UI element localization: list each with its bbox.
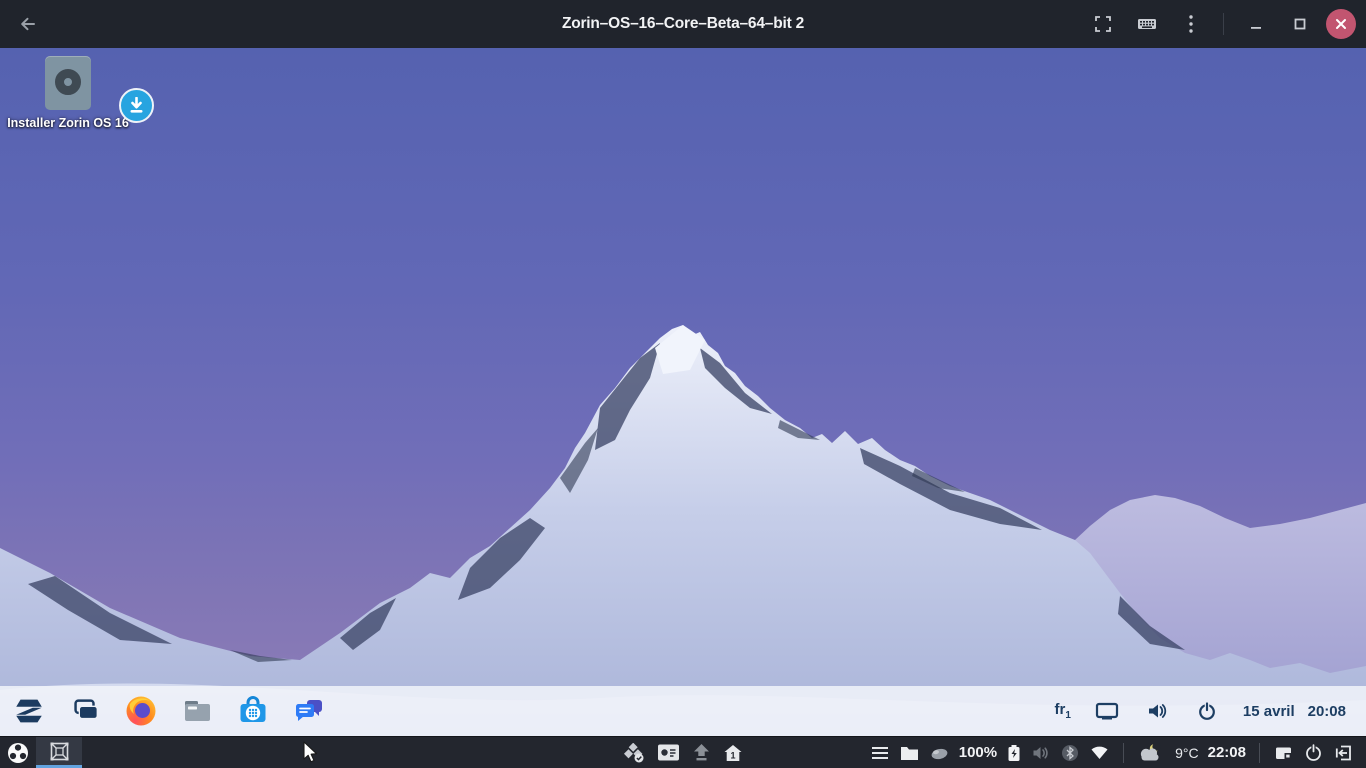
- task-view-button[interactable]: [66, 691, 104, 731]
- fullscreen-icon: [1095, 16, 1111, 32]
- power-icon: [1304, 743, 1323, 762]
- keyboard-layout-indicator[interactable]: fr1: [1055, 701, 1071, 721]
- messages-icon: [292, 694, 326, 728]
- tray-separator-2: [1259, 743, 1260, 763]
- packages-check-icon: [624, 743, 645, 763]
- host-taskbar: 1 100%: [0, 736, 1366, 768]
- tray-separator: [1123, 743, 1124, 763]
- boxes-task-button[interactable]: [36, 737, 82, 768]
- close-button[interactable]: [1326, 9, 1356, 39]
- display-icon: [1095, 701, 1119, 721]
- folder-icon: [900, 745, 919, 761]
- mouse-battery-tray[interactable]: [929, 737, 950, 768]
- kebab-menu-icon: [1188, 14, 1194, 34]
- hamburger-icon: [871, 745, 889, 761]
- vm-window-titlebar: Zorin–OS–16–Core–Beta–64–bit 2: [0, 0, 1366, 48]
- boxes-task-icon: [50, 742, 69, 761]
- guest-clock[interactable]: 15 avril 20:08: [1243, 703, 1346, 720]
- files-icon: [180, 694, 214, 728]
- weather-night-cloud-icon: [1138, 743, 1165, 762]
- disk-donut: [55, 69, 81, 95]
- weather-tray[interactable]: [1137, 737, 1166, 768]
- logout-button[interactable]: [1333, 737, 1354, 768]
- desktop-wallpaper: Installer Zorin OS 16: [0, 48, 1366, 736]
- titlebar-separator: [1223, 13, 1224, 35]
- keyboard-button[interactable]: [1129, 6, 1165, 42]
- volume-indicator[interactable]: [1143, 691, 1171, 731]
- messages-launcher[interactable]: [290, 691, 328, 731]
- back-icon: [19, 15, 37, 33]
- host-power-button[interactable]: [1303, 737, 1324, 768]
- fullscreen-button[interactable]: [1085, 6, 1121, 42]
- svg-text:1: 1: [730, 750, 735, 760]
- volume-icon: [1147, 702, 1167, 720]
- home-1-icon: 1: [724, 744, 743, 762]
- screen: Zorin–OS–16–Core–Beta–64–bit 2: [0, 0, 1366, 768]
- maximize-button[interactable]: [1282, 6, 1318, 42]
- wifi-tray[interactable]: [1089, 737, 1110, 768]
- files-launcher[interactable]: [178, 691, 216, 731]
- keyboard-layout-index: 1: [1065, 710, 1071, 721]
- show-desktop-button[interactable]: [1273, 737, 1294, 768]
- software-store-icon: [236, 694, 270, 728]
- battery-tray[interactable]: [1006, 737, 1022, 768]
- host-files-button[interactable]: [899, 737, 920, 768]
- keyboard-layout-code: fr: [1055, 701, 1066, 718]
- close-icon: [1335, 18, 1347, 30]
- minimize-icon: [1250, 18, 1262, 30]
- bluetooth-tray[interactable]: [1060, 737, 1080, 768]
- installer-icon-label: Installer Zorin OS 16: [4, 116, 132, 130]
- host-tray-center: 1: [623, 737, 744, 768]
- bluetooth-icon: [1061, 744, 1079, 762]
- battery-percent: 100%: [959, 744, 997, 761]
- news-card-tray[interactable]: [657, 737, 681, 768]
- mouse-battery-icon: [930, 746, 949, 760]
- firefox-launcher[interactable]: [122, 691, 160, 731]
- guest-time: 20:08: [1308, 703, 1346, 720]
- battery-charging-icon: [1007, 744, 1021, 762]
- zorin-menu-button[interactable]: [10, 691, 48, 731]
- maximize-icon: [1294, 18, 1306, 30]
- back-button[interactable]: [10, 6, 46, 42]
- firefox-icon: [124, 694, 158, 728]
- packages-check-tray[interactable]: [623, 737, 646, 768]
- display-indicator[interactable]: [1093, 691, 1121, 731]
- host-menu-button[interactable]: [870, 737, 890, 768]
- menu-button[interactable]: [1173, 6, 1209, 42]
- volume-muted-tray[interactable]: [1031, 737, 1051, 768]
- home-1-tray[interactable]: 1: [723, 737, 744, 768]
- power-icon: [1197, 701, 1217, 721]
- logout-icon: [1334, 744, 1353, 762]
- upload-arrow-tray[interactable]: [692, 737, 712, 768]
- disk-installer-icon: [45, 56, 91, 110]
- zorin-taskbar: fr1 15 avril: [0, 686, 1366, 736]
- host-launcher-button[interactable]: [0, 737, 36, 768]
- minimize-button[interactable]: [1238, 6, 1274, 42]
- task-view-icon: [68, 694, 102, 728]
- host-clock[interactable]: 22:08: [1208, 744, 1246, 761]
- software-store-launcher[interactable]: [234, 691, 272, 731]
- news-card-icon: [658, 744, 680, 761]
- launcher-ball-icon: [7, 742, 29, 764]
- keyboard-icon: [1137, 16, 1157, 32]
- power-indicator[interactable]: [1193, 691, 1221, 731]
- wifi-icon: [1090, 745, 1109, 760]
- installer-desktop-icon[interactable]: Installer Zorin OS 16: [4, 56, 132, 130]
- mountain-artwork: [0, 48, 1366, 736]
- volume-muted-icon: [1032, 745, 1050, 761]
- show-desktop-icon: [1274, 745, 1293, 761]
- upload-arrow-icon: [693, 743, 711, 762]
- download-badge-icon: [119, 88, 154, 123]
- weather-temperature: 9°C: [1175, 745, 1199, 761]
- guest-date: 15 avril: [1243, 703, 1295, 720]
- zorin-menu-icon: [12, 694, 46, 728]
